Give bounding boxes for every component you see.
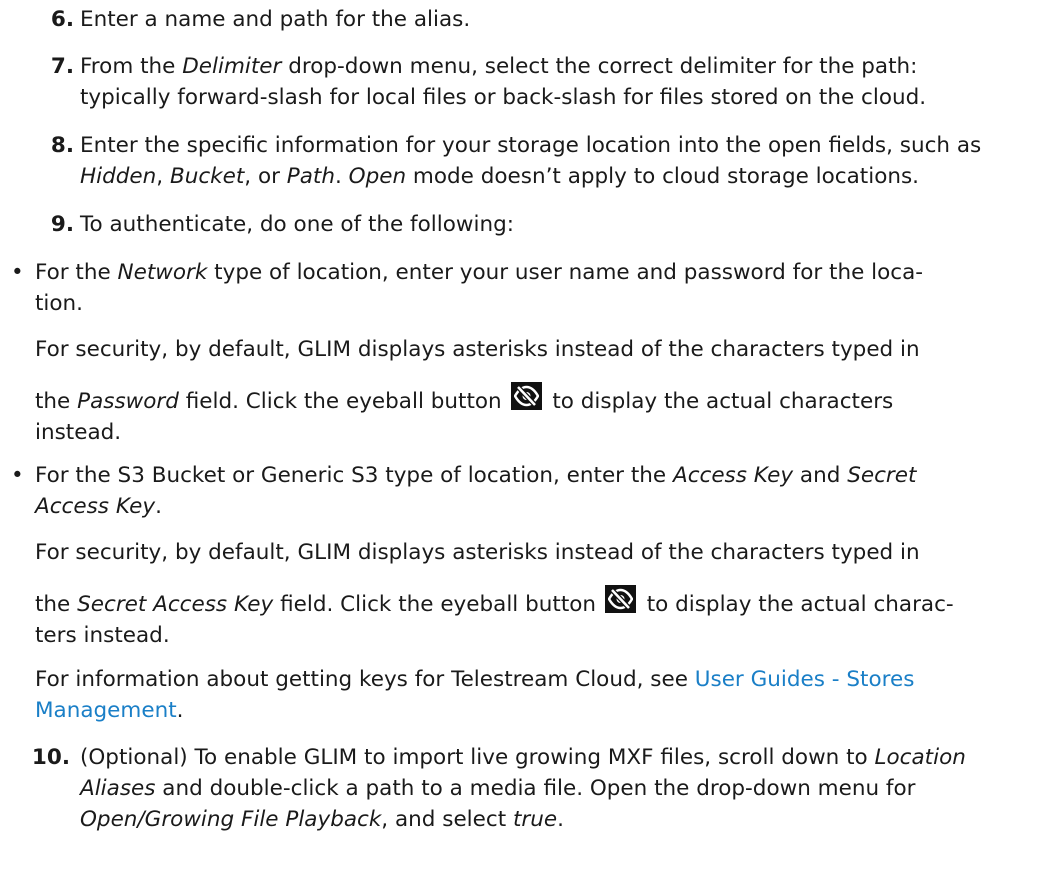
- bullet-text: For the Network type of location, enter …: [35, 257, 1055, 319]
- text-run: Enter the specific information for your …: [80, 133, 982, 158]
- text-run: instead.: [35, 420, 122, 445]
- text-run: and double-click a path to a media file.…: [155, 776, 916, 801]
- bullet-text: For the S3 Bucket or Generic S3 type of …: [35, 460, 1055, 522]
- stores-management-link[interactable]: Management: [35, 698, 177, 723]
- text-run: ters instead.: [35, 623, 170, 648]
- text-run: From the: [80, 54, 183, 79]
- term-access-key: Access Key: [672, 463, 794, 488]
- bullet-marker: •: [11, 463, 24, 488]
- text-run: .: [334, 164, 349, 189]
- text-run: .: [557, 807, 564, 832]
- text-run: drop-down menu, select the correct delim…: [281, 54, 918, 79]
- text-run: type of location, enter your user name a…: [207, 260, 924, 285]
- term-open: Open: [348, 164, 407, 189]
- note-text: the Password field. Click the eyeball bu…: [35, 382, 1055, 448]
- eye-slash-icon: [604, 585, 636, 613]
- text-run: and: [793, 463, 848, 488]
- term-access-key: Access Key: [35, 494, 156, 519]
- term-password: Password: [77, 389, 179, 414]
- text-run: to display the actual charac-: [639, 592, 954, 617]
- step-text: To authenticate, do one of the following…: [80, 212, 514, 237]
- eye-slash-icon: [510, 382, 542, 410]
- text-run: .: [155, 494, 162, 519]
- text-run: , and select: [381, 807, 513, 832]
- step-number: 8.: [50, 133, 74, 158]
- text-run: .: [176, 698, 184, 723]
- text-run: For the: [35, 260, 118, 285]
- text-run: tion.: [35, 291, 84, 316]
- text-run: the: [35, 389, 78, 414]
- term-network: Network: [117, 260, 208, 285]
- term-aliases: Aliases: [80, 776, 156, 801]
- step-text: Enter a name and path for the alias.: [80, 7, 471, 32]
- term-location: Location: [874, 745, 966, 770]
- term-true: true: [512, 807, 558, 832]
- bullet-marker: •: [11, 260, 24, 285]
- step-number: 6.: [50, 7, 74, 32]
- text-run: the: [35, 592, 78, 617]
- step-text: Enter the specific information for your …: [80, 130, 1055, 192]
- text-run: For security, by default, GLIM displays …: [35, 540, 920, 565]
- step-text: (Optional) To enable GLIM to import live…: [80, 742, 1055, 835]
- text-run: field. Click the eyeball button: [273, 592, 603, 617]
- document-page: 6. Enter a name and path for the alias. …: [0, 0, 1061, 886]
- stores-management-link[interactable]: User Guides - Stores: [695, 667, 915, 692]
- text-run: mode doesn’t apply to cloud storage loca…: [406, 164, 920, 189]
- step-number: 10.: [31, 745, 70, 770]
- step-number: 9.: [50, 212, 74, 237]
- term-secret: Secret: [847, 463, 917, 488]
- text-run: For security, by default, GLIM displays …: [35, 337, 920, 362]
- text-run: , or: [244, 164, 287, 189]
- text-run: ,: [156, 164, 170, 189]
- text-run: typically forward-slash for local files …: [80, 85, 927, 110]
- text-run: (Optional) To enable GLIM to import live…: [80, 745, 875, 770]
- note-text: For security, by default, GLIM displays …: [35, 334, 1055, 365]
- text-run: For the S3 Bucket or Generic S3 type of …: [35, 463, 673, 488]
- text-run: For information about getting keys for T…: [35, 667, 695, 692]
- term-path: Path: [286, 164, 335, 189]
- step-text: From the Delimiter drop-down menu, selec…: [80, 51, 1055, 113]
- term-growing-file: Open/Growing File Playback: [80, 807, 382, 832]
- text-run: field. Click the eyeball button: [178, 389, 509, 414]
- note-text: For information about getting keys for T…: [35, 664, 1055, 726]
- term-secret-access-key: Secret Access Key: [77, 592, 274, 617]
- term-delimiter: Delimiter: [182, 54, 282, 79]
- term-hidden: Hidden: [80, 164, 157, 189]
- step-number: 7.: [50, 54, 74, 79]
- note-text: the Secret Access Key field. Click the e…: [35, 585, 1055, 651]
- text-run: to display the actual characters: [545, 389, 894, 414]
- note-text: For security, by default, GLIM displays …: [35, 537, 1055, 568]
- term-bucket: Bucket: [169, 164, 245, 189]
